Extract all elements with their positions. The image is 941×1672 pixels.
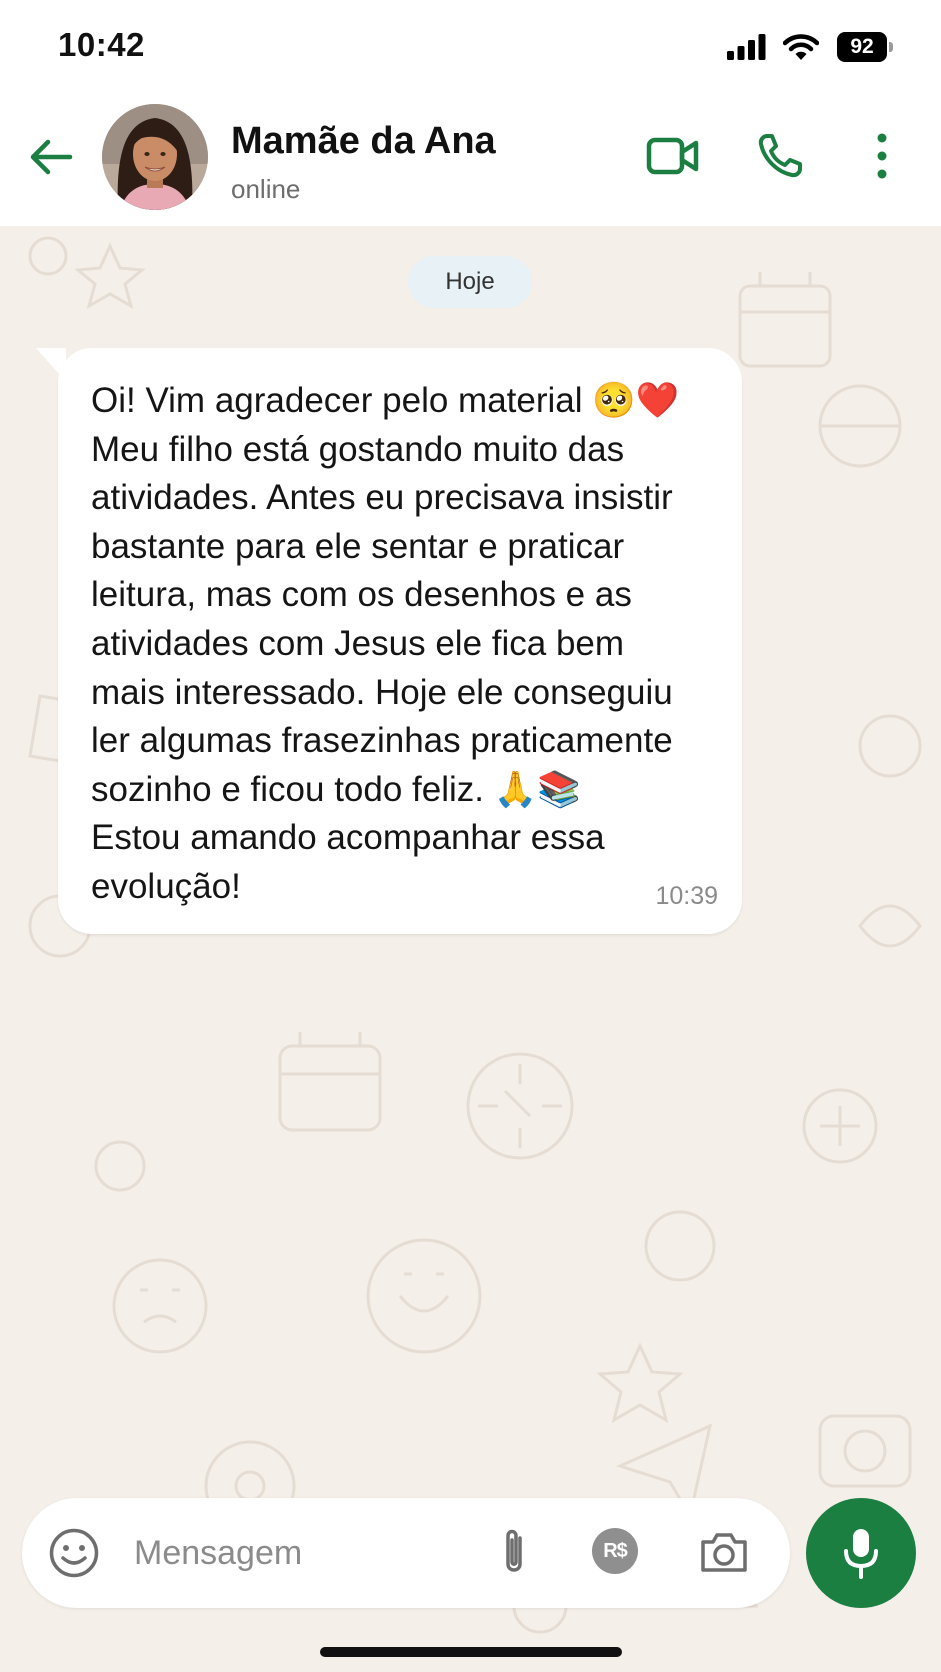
message-line: Meu filho está gostando muito das	[91, 429, 625, 469]
chat-header: Mamãe da Ana online	[0, 90, 941, 226]
message-time: 10:39	[655, 882, 718, 910]
microphone-icon	[844, 1529, 878, 1579]
message-line: Estou amando acompanhar essa	[91, 818, 605, 858]
battery-icon: 92	[837, 32, 893, 62]
camera-icon[interactable]	[699, 1528, 749, 1576]
message-bubble[interactable]: Oi! Vim agradecer pelo material 🥺❤️ Meu …	[58, 348, 742, 934]
home-indicator[interactable]	[320, 1647, 622, 1657]
contact-status: online	[231, 174, 301, 204]
message-line: atividades com Jesus ele fica bem	[91, 623, 625, 663]
emoji-icon[interactable]	[48, 1527, 100, 1579]
message-line: evolução!	[91, 866, 241, 906]
avatar-photo	[102, 104, 208, 210]
message-text[interactable]: Oi! Vim agradecer pelo material 🥺❤️ Meu …	[91, 377, 731, 912]
status-icons: 92	[727, 30, 893, 64]
status-bar: 10:42 92	[0, 0, 941, 90]
message-line: bastante para ele sentar e praticar	[91, 526, 625, 566]
back-arrow-icon[interactable]	[26, 132, 76, 182]
message-line: atividades. Antes eu precisava insistir	[91, 478, 673, 518]
message-line: Oi! Vim agradecer pelo material 🥺❤️	[91, 381, 680, 420]
message-line: sozinho e ficou todo feliz. 🙏📚	[91, 769, 581, 809]
message-line: leitura, mas com os desenhos e as	[91, 575, 632, 615]
avatar[interactable]	[102, 104, 208, 210]
payment-icon[interactable]: R$	[592, 1528, 638, 1574]
status-time: 10:42	[58, 26, 145, 63]
message-line: mais interessado. Hoje ele conseguiu	[91, 672, 673, 712]
composer: R$	[22, 1498, 790, 1608]
date-chip: Hoje	[408, 256, 532, 308]
message-line: ler algumas frasezinhas praticamente	[91, 721, 673, 761]
battery-cap	[889, 42, 893, 52]
signal-icon	[727, 34, 766, 60]
video-camera-icon[interactable]	[646, 134, 700, 178]
paperclip-icon[interactable]	[494, 1524, 534, 1580]
contact-name[interactable]: Mamãe da Ana	[231, 120, 496, 163]
battery-level: 92	[837, 32, 887, 62]
message-input[interactable]	[134, 1530, 464, 1576]
chat-area[interactable]: Hoje Oi! Vim agradecer pelo material 🥺❤️…	[0, 226, 941, 1672]
phone-icon[interactable]	[756, 132, 804, 180]
microphone-button[interactable]	[806, 1498, 916, 1608]
wifi-icon	[783, 34, 819, 60]
more-vertical-icon[interactable]	[866, 130, 898, 182]
